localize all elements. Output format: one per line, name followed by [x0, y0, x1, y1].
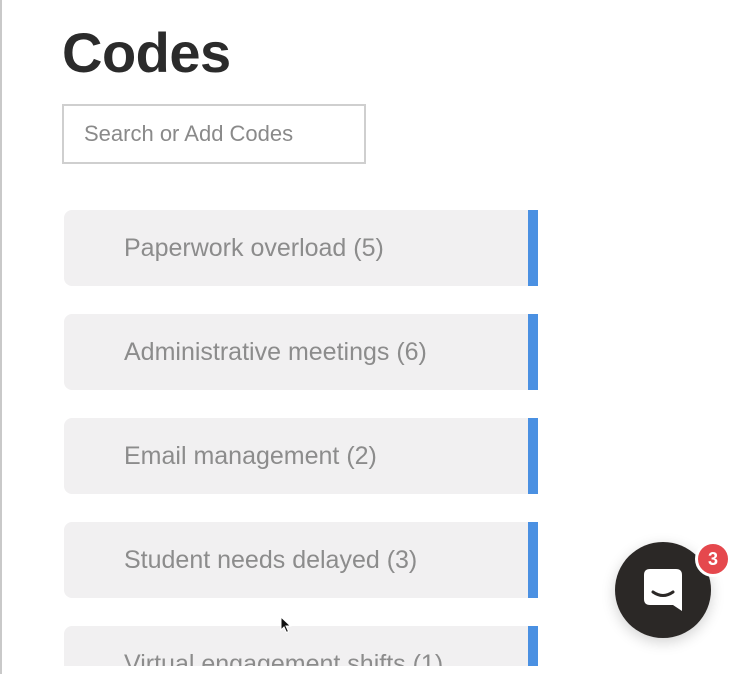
code-list: Paperwork overload (5) Administrative me… [64, 210, 538, 666]
code-label: Paperwork overload (5) [124, 234, 384, 262]
search-input[interactable] [62, 104, 366, 164]
code-color-bar [528, 522, 538, 598]
page-title: Codes [62, 21, 231, 84]
code-label: Administrative meetings (6) [124, 338, 427, 366]
code-item-paperwork-overload[interactable]: Paperwork overload (5) [64, 210, 538, 286]
code-item-virtual-engagement-shifts[interactable]: Virtual engagement shifts (1) [64, 626, 538, 666]
codes-panel: Codes Paperwork overload (5) Administrat… [0, 0, 746, 674]
code-item-email-management[interactable]: Email management (2) [64, 418, 538, 494]
code-item-administrative-meetings[interactable]: Administrative meetings (6) [64, 314, 538, 390]
code-color-bar [528, 210, 538, 286]
notification-badge: 3 [695, 541, 731, 577]
mouse-pointer-icon [280, 616, 292, 634]
code-color-bar [528, 314, 538, 390]
code-color-bar [528, 626, 538, 666]
code-label: Email management (2) [124, 442, 377, 470]
code-color-bar [528, 418, 538, 494]
chat-bubble-icon [644, 569, 682, 611]
code-item-student-needs-delayed[interactable]: Student needs delayed (3) [64, 522, 538, 598]
code-label: Student needs delayed (3) [124, 546, 418, 574]
panel-divider [0, 0, 2, 674]
